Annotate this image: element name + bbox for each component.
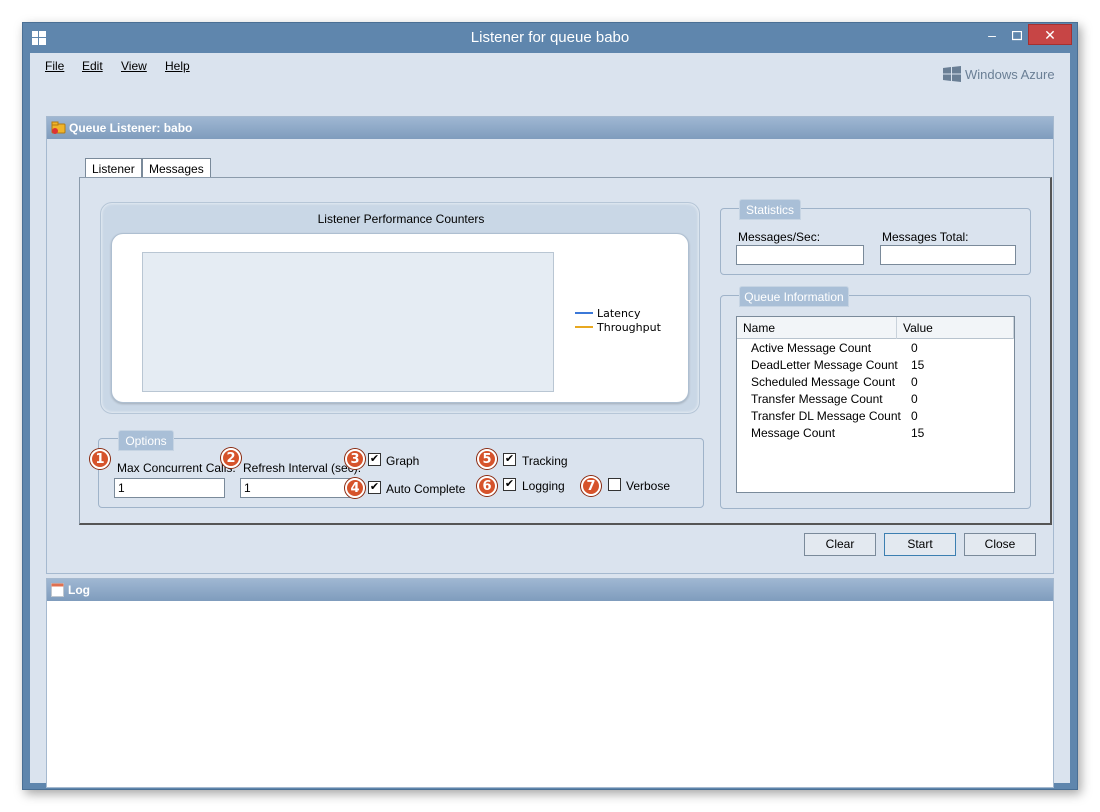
row-name: Scheduled Message Count xyxy=(751,375,896,389)
window-title: Listener for queue babo xyxy=(470,29,630,46)
auto-complete-checkbox[interactable]: ✔ xyxy=(368,481,381,494)
tracking-checkbox[interactable]: ✔ xyxy=(503,453,516,466)
callout-badge-7: 7 xyxy=(581,476,601,496)
messages-total-input[interactable] xyxy=(880,245,1016,265)
refresh-interval-input[interactable] xyxy=(240,478,350,498)
list-item[interactable]: Message Count 15 xyxy=(751,426,1011,443)
listener-tab-content: Listener Performance Counters Latency Th… xyxy=(79,177,1052,525)
menu-file-label: File xyxy=(45,59,65,73)
list-item[interactable]: Scheduled Message Count 0 xyxy=(751,375,1011,392)
tab-messages[interactable]: Messages xyxy=(142,158,211,179)
auto-complete-label: Auto Complete xyxy=(386,482,466,496)
throughput-swatch xyxy=(575,326,593,328)
client-area: File Edit View Help Windows Azure Queue … xyxy=(30,53,1070,788)
verbose-checkbox[interactable] xyxy=(608,478,621,491)
legend-latency-label: Latency xyxy=(597,306,641,320)
row-value: 0 xyxy=(911,375,918,389)
log-text-area[interactable] xyxy=(47,601,1053,787)
row-name: Active Message Count xyxy=(751,341,872,355)
logging-checkbox[interactable]: ✔ xyxy=(503,478,516,491)
legend-throughput: Throughput xyxy=(575,320,661,334)
tab-messages-label: Messages xyxy=(149,162,204,176)
latency-swatch xyxy=(575,312,593,314)
callout-badge-1: 1 xyxy=(90,449,110,469)
performance-title: Listener Performance Counters xyxy=(317,212,485,226)
row-name: DeadLetter Message Count xyxy=(751,358,898,372)
messages-total-label: Messages Total: xyxy=(882,230,969,244)
log-document-icon xyxy=(51,583,64,597)
title-bar[interactable]: Listener for queue babo – ✕ xyxy=(23,23,1077,53)
chart-legend: Latency Throughput xyxy=(575,306,661,334)
menu-edit-label: Edit xyxy=(82,59,103,73)
row-name: Transfer DL Message Count xyxy=(751,409,901,423)
menu-edit[interactable]: Edit xyxy=(82,59,103,73)
queue-info-rows: Active Message Count 0 DeadLetter Messag… xyxy=(751,341,1011,443)
application-window: Listener for queue babo – ✕ File Edit Vi… xyxy=(22,22,1078,790)
minimize-button[interactable]: – xyxy=(979,25,1005,47)
windows-azure-brand: Windows Azure xyxy=(943,66,1055,82)
panel-title: Queue Listener: babo xyxy=(69,121,193,135)
callout-badge-5: 5 xyxy=(477,449,497,469)
callout-badge-4: 4 xyxy=(345,478,365,498)
statistics-group-title: Statistics xyxy=(739,199,801,220)
tracking-label: Tracking xyxy=(522,454,568,468)
row-name: Transfer Message Count xyxy=(751,392,883,406)
row-value: 0 xyxy=(911,392,918,406)
performance-counters-box: Listener Performance Counters Latency Th… xyxy=(100,202,700,414)
row-value: 15 xyxy=(911,426,925,440)
performance-chart: Latency Throughput xyxy=(111,233,689,403)
menu-help-label: Help xyxy=(165,59,190,73)
options-group-title: Options xyxy=(118,430,174,451)
callout-badge-2: 2 xyxy=(221,448,241,468)
queue-info-list[interactable]: Name Value Active Message Count 0 DeadLe… xyxy=(736,316,1015,493)
row-value: 15 xyxy=(911,358,925,372)
callout-badge-3: 3 xyxy=(345,449,365,469)
messages-per-sec-input[interactable] xyxy=(736,245,864,265)
tab-listener-label: Listener xyxy=(92,162,135,176)
list-item[interactable]: DeadLetter Message Count 15 xyxy=(751,358,1011,375)
queue-info-header: Name Value xyxy=(737,317,1014,339)
azure-brand-text: Windows Azure xyxy=(965,66,1055,82)
row-value: 0 xyxy=(911,409,918,423)
log-header: Log xyxy=(47,579,1053,601)
maximize-icon xyxy=(1011,30,1023,41)
queue-listener-panel: Queue Listener: babo Listener Messages L… xyxy=(46,116,1054,574)
row-name: Message Count xyxy=(751,426,836,440)
legend-latency: Latency xyxy=(575,306,661,320)
tab-listener[interactable]: Listener xyxy=(85,158,142,178)
azure-flag-icon xyxy=(943,66,961,82)
column-header-name[interactable]: Name xyxy=(737,317,897,339)
row-value: 0 xyxy=(911,341,918,355)
queue-information-group-title: Queue Information xyxy=(739,286,849,307)
start-button[interactable]: Start xyxy=(884,533,956,556)
list-item[interactable]: Transfer DL Message Count 0 xyxy=(751,409,1011,426)
max-concurrent-calls-input[interactable] xyxy=(114,478,225,498)
maximize-button[interactable] xyxy=(1005,25,1029,47)
list-item[interactable]: Transfer Message Count 0 xyxy=(751,392,1011,409)
logging-label: Logging xyxy=(522,479,565,493)
callout-badge-6: 6 xyxy=(477,476,497,496)
list-item[interactable]: Active Message Count 0 xyxy=(751,341,1011,358)
refresh-interval-label: Refresh Interval (sec): xyxy=(243,461,362,475)
log-title: Log xyxy=(68,583,90,597)
menu-view-label: View xyxy=(121,59,147,73)
queue-folder-icon xyxy=(51,121,66,134)
close-window-button[interactable]: ✕ xyxy=(1028,24,1072,45)
max-concurrent-calls-label: Max Concurrent Calls: xyxy=(117,461,236,475)
menu-view[interactable]: View xyxy=(121,59,147,73)
column-header-value[interactable]: Value xyxy=(897,317,1014,339)
panel-header: Queue Listener: babo xyxy=(47,117,1053,139)
graph-checkbox[interactable]: ✔ xyxy=(368,453,381,466)
close-button[interactable]: Close xyxy=(964,533,1036,556)
legend-throughput-label: Throughput xyxy=(597,320,661,334)
clear-button[interactable]: Clear xyxy=(804,533,876,556)
menu-file[interactable]: File xyxy=(45,59,64,73)
menu-help[interactable]: Help xyxy=(165,59,190,73)
messages-per-sec-label: Messages/Sec: xyxy=(738,230,821,244)
graph-label: Graph xyxy=(386,454,420,468)
chart-plot-area xyxy=(142,252,554,392)
verbose-label: Verbose xyxy=(626,479,671,493)
log-panel: Log xyxy=(46,578,1054,788)
